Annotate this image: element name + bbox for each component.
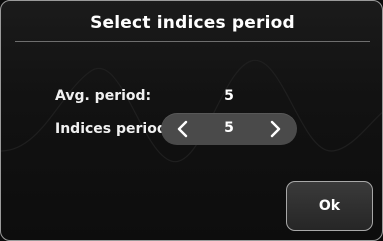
decrement-button[interactable] [165, 113, 201, 145]
ok-button-label: Ok [318, 198, 341, 214]
chevron-right-icon [270, 120, 281, 138]
chevron-left-icon [177, 120, 188, 138]
indices-period-stepper: 5 [161, 113, 297, 145]
indices-period-value: 5 [224, 120, 234, 136]
increment-button[interactable] [257, 113, 293, 145]
title-divider [15, 41, 370, 42]
avg-period-label: Avg. period: [55, 88, 152, 104]
select-indices-period-dialog: Select indices period Avg. period: 5 Ind… [0, 0, 383, 241]
indices-period-label: Indices period: [55, 121, 173, 137]
ok-button[interactable]: Ok [286, 181, 373, 231]
avg-period-value: 5 [224, 88, 234, 104]
dialog-title: Select indices period [90, 13, 295, 33]
